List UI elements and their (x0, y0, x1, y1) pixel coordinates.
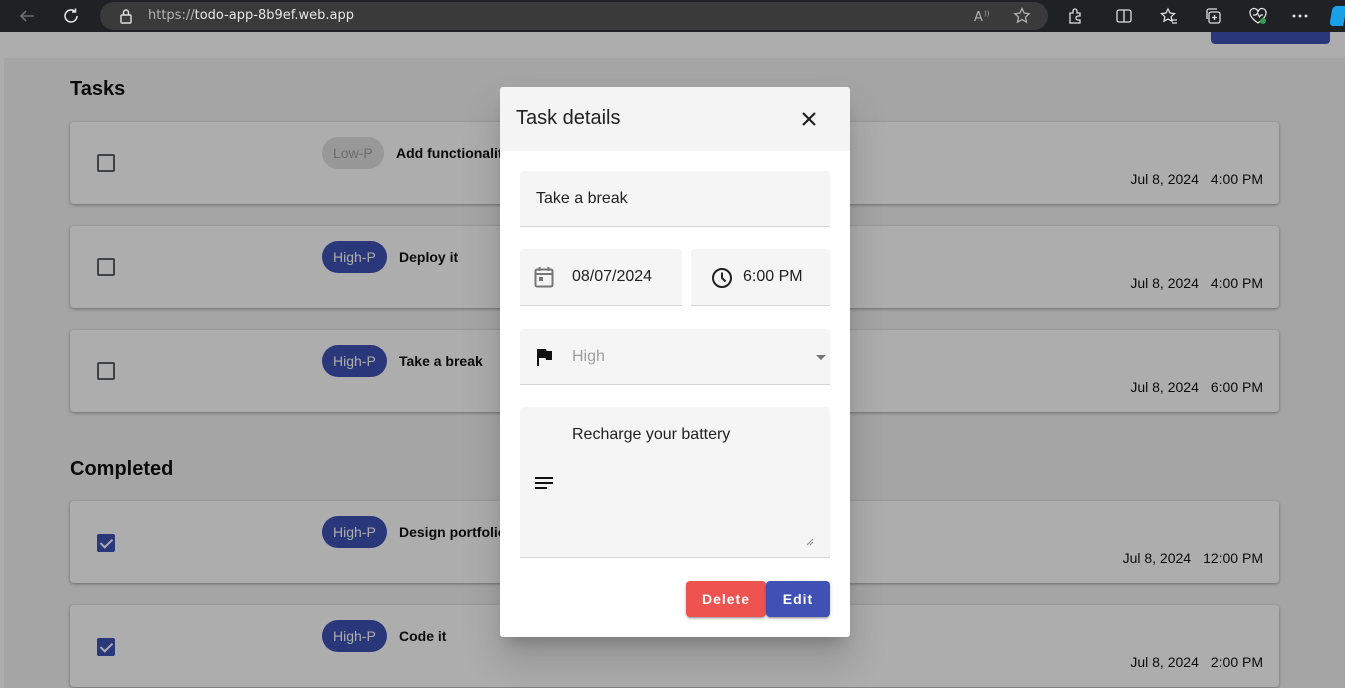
task-name-value: Take a break (536, 190, 628, 207)
dialog-title: Task details (516, 107, 621, 129)
health-icon[interactable] (1248, 6, 1268, 26)
edit-button[interactable]: Edit (766, 581, 830, 617)
notes-icon (532, 471, 556, 495)
priority-value: High (572, 348, 605, 365)
flag-icon (532, 345, 556, 369)
delete-button[interactable]: Delete (686, 581, 766, 617)
close-icon[interactable] (797, 107, 821, 131)
task-name-field[interactable]: Take a break (520, 171, 830, 227)
task-details-dialog: Task details Take a break 08/07/2024 6:0… (500, 87, 850, 637)
back-arrow-icon[interactable] (15, 4, 39, 28)
description-textarea[interactable]: Recharge your battery (520, 407, 830, 558)
lock-icon[interactable] (114, 4, 138, 28)
favorite-star-icon[interactable] (1012, 6, 1032, 26)
date-value: 08/07/2024 (572, 268, 653, 285)
url-protocol: https:// (148, 8, 195, 23)
clock-icon[interactable] (710, 266, 734, 290)
extensions-icon[interactable] (1066, 6, 1086, 26)
svg-text:)): )) (984, 10, 990, 18)
more-icon[interactable] (1290, 6, 1310, 26)
time-field[interactable]: 6:00 PM (691, 249, 830, 306)
resize-handle[interactable] (806, 533, 814, 546)
split-screen-icon[interactable] (1114, 6, 1134, 26)
read-aloud-icon[interactable]: A)) (973, 6, 993, 26)
svg-text:A: A (974, 10, 983, 24)
browser-toolbar: https://todo-app-8b9ef.web.app A)) (0, 0, 1345, 32)
favorites-icon[interactable] (1159, 6, 1179, 26)
date-field[interactable]: 08/07/2024 (520, 249, 682, 306)
priority-select[interactable]: High (520, 329, 830, 385)
chevron-down-icon[interactable] (816, 355, 826, 360)
collections-icon[interactable] (1203, 6, 1223, 26)
url-text[interactable]: https://todo-app-8b9ef.web.app (148, 8, 354, 23)
url-host: todo-app-8b9ef.web.app (194, 8, 354, 23)
copilot-icon[interactable] (1329, 6, 1345, 26)
description-value: Recharge your battery (572, 426, 731, 443)
time-value: 6:00 PM (743, 268, 803, 285)
calendar-icon[interactable] (532, 265, 556, 289)
refresh-icon[interactable] (59, 4, 83, 28)
dialog-header: Task details (500, 87, 850, 151)
